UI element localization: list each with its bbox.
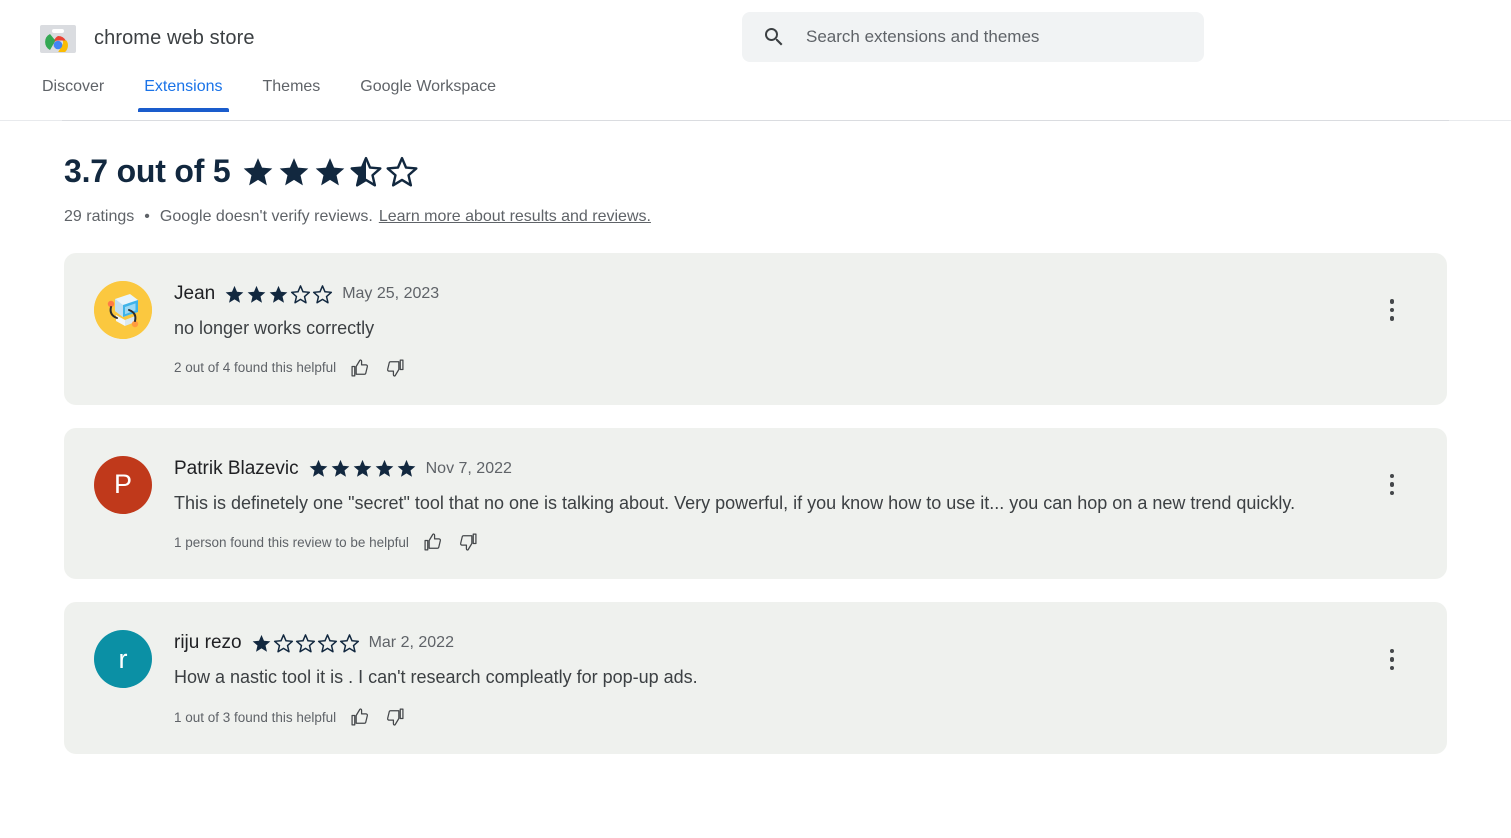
search-icon — [762, 25, 786, 49]
review-star-empty — [273, 633, 294, 654]
reviewer-name: Patrik Blazevic — [174, 457, 299, 479]
review-card: Jean May 25, 2023 no longer works correctl… — [64, 253, 1447, 405]
rating-headline: 3.7 out of 5 — [64, 153, 231, 189]
avatar: r — [94, 630, 152, 689]
review-star-full — [308, 458, 329, 479]
review-star-full — [224, 284, 245, 305]
review-date: Nov 7, 2022 — [425, 459, 512, 477]
review-date: May 25, 2023 — [342, 285, 440, 302]
avatar — [94, 281, 152, 339]
thumb-down-icon[interactable] — [457, 531, 479, 553]
chrome-web-store-logo-icon — [36, 16, 80, 60]
summary-star-rating — [241, 155, 419, 189]
primary-nav: Discover Extensions Themes Google Worksp… — [36, 78, 516, 112]
thumb-up-icon[interactable] — [349, 706, 371, 728]
helpful-row: 1 person found this review to be helpful — [174, 531, 1387, 553]
review-star-full — [396, 458, 417, 479]
site-header: chrome web store Discover Extensions The… — [0, 0, 1511, 121]
search-bar[interactable] — [742, 12, 1204, 62]
summary-star-full — [241, 155, 275, 189]
review-body: riju rezo Mar 2, 2022 How a nastic tool it… — [174, 630, 1387, 728]
tab-extensions[interactable]: Extensions — [124, 78, 242, 112]
ratings-meta: 29 ratings • Google doesn't verify revie… — [64, 208, 1447, 226]
tab-themes[interactable]: Themes — [243, 78, 341, 112]
review-star-empty — [312, 284, 333, 305]
summary-star-half — [349, 155, 383, 189]
ratings-summary: 3.7 out of 5 — [64, 120, 1447, 190]
verify-disclaimer: Google doesn't verify reviews. — [159, 208, 373, 225]
more-vert-icon[interactable] — [1379, 472, 1405, 498]
review-text: no longer works correctly — [174, 318, 375, 338]
review-star-empty — [295, 633, 316, 654]
review-body: Jean May 25, 2023 no longer works correctl… — [174, 281, 1387, 379]
review-star-empty — [317, 633, 338, 654]
learn-more-link[interactable]: Learn more about results and reviews. — [379, 208, 651, 226]
review-card: P Patrik Blazevic Nov 7, 2022 This is defin… — [64, 427, 1447, 580]
reviewer-name: Jean — [174, 283, 216, 304]
avatar: P — [94, 455, 152, 514]
review-star-full — [246, 284, 267, 305]
more-vert-icon[interactable] — [1379, 646, 1405, 672]
reviews-list: Jean May 25, 2023 no longer works correctl… — [64, 253, 1447, 755]
helpful-count-text: 1 person found this review to be helpful — [174, 534, 409, 550]
reviewer-name: riju rezo — [174, 632, 242, 654]
summary-star-full — [277, 155, 311, 189]
review-star-empty — [290, 284, 311, 305]
meta-separator: • — [144, 208, 150, 225]
ratings-count: 29 ratings — [64, 208, 135, 225]
reviews-page: 3.7 out of 5 29 ratings • Google doesn't… — [0, 120, 1511, 755]
thumb-up-icon[interactable] — [349, 357, 371, 379]
helpful-count-text: 2 out of 4 found this helpful — [174, 360, 337, 376]
review-header: riju rezo Mar 2, 2022 — [174, 632, 1387, 654]
review-date: Mar 2, 2022 — [368, 634, 454, 652]
review-star-full — [268, 284, 289, 305]
avatar-initial: P — [113, 469, 132, 500]
helpful-row: 2 out of 4 found this helpful — [174, 357, 1387, 379]
review-star-rating — [308, 458, 417, 479]
more-vert-icon[interactable] — [1379, 297, 1405, 323]
review-star-empty — [339, 633, 360, 654]
review-body: Patrik Blazevic Nov 7, 2022 This is define… — [174, 456, 1387, 554]
review-header: Jean May 25, 2023 — [174, 283, 1387, 305]
review-star-full — [352, 458, 373, 479]
avatar-initial: r — [118, 643, 128, 674]
thumb-up-icon[interactable] — [422, 531, 444, 553]
thumb-down-icon[interactable] — [384, 706, 406, 728]
review-star-full — [251, 633, 272, 654]
review-text: This is definetely one "secret" tool tha… — [174, 492, 1296, 513]
thumb-down-icon[interactable] — [384, 357, 406, 379]
review-text: How a nastic tool it is . I can't resear… — [174, 667, 698, 688]
brand-name: chrome web store — [94, 26, 255, 49]
summary-star-empty — [385, 155, 419, 189]
review-star-full — [374, 458, 395, 479]
tab-discover[interactable]: Discover — [36, 78, 124, 112]
review-star-rating — [224, 284, 333, 305]
helpful-count-text: 1 out of 3 found this helpful — [174, 709, 337, 725]
review-star-full — [330, 458, 351, 479]
review-card: r riju rezo Mar 2, 2022 How a nastic tool i… — [64, 602, 1447, 755]
brand-home-link[interactable]: chrome web store — [36, 16, 255, 60]
review-header: Patrik Blazevic Nov 7, 2022 — [174, 458, 1387, 480]
helpful-row: 1 out of 3 found this helpful — [174, 706, 1387, 728]
summary-star-full — [313, 155, 347, 189]
review-star-rating — [251, 633, 360, 654]
search-input[interactable] — [804, 12, 1184, 62]
tab-google-workspace[interactable]: Google Workspace — [340, 78, 516, 112]
